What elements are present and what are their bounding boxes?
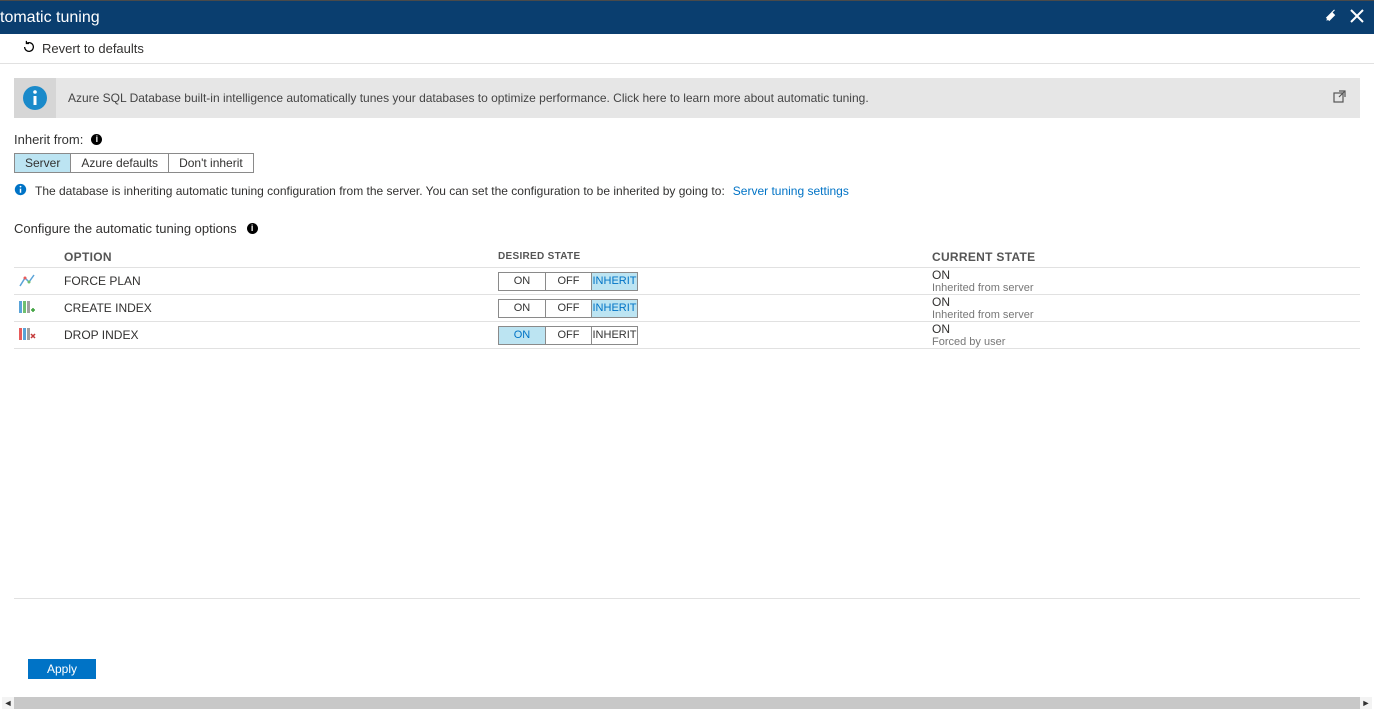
footer-separator bbox=[14, 598, 1360, 599]
current-state: ONInherited from server bbox=[932, 268, 1360, 294]
info-banner[interactable]: Azure SQL Database built-in intelligence… bbox=[14, 78, 1360, 118]
blade-header: tomatic tuning bbox=[0, 1, 1374, 34]
toolbar: Revert to defaults bbox=[0, 34, 1374, 64]
desired-state-option[interactable]: INHERIT bbox=[591, 273, 637, 290]
table-row: FORCE PLANONOFFINHERITONInherited from s… bbox=[14, 268, 1360, 295]
content: Azure SQL Database built-in intelligence… bbox=[0, 64, 1374, 349]
configure-label-row: Configure the automatic tuning options i bbox=[14, 221, 1360, 236]
option-label: DROP INDEX bbox=[64, 328, 498, 342]
horizontal-scrollbar[interactable]: ◄ ► bbox=[2, 697, 1372, 709]
blade-title: tomatic tuning bbox=[0, 9, 100, 27]
info-text: Azure SQL Database built-in intelligence… bbox=[56, 91, 1333, 105]
drop-index-icon bbox=[14, 326, 64, 345]
blade-actions bbox=[1324, 9, 1364, 27]
popout-icon[interactable] bbox=[1333, 90, 1346, 106]
inherit-status-text: The database is inheriting automatic tun… bbox=[35, 184, 725, 198]
create-index-icon bbox=[14, 299, 64, 318]
desired-state-option[interactable]: ON bbox=[499, 300, 545, 317]
current-state: ONForced by user bbox=[932, 322, 1360, 348]
table-header: OPTION DESIRED STATE CURRENT STATE bbox=[14, 246, 1360, 268]
scroll-left-arrow[interactable]: ◄ bbox=[2, 698, 14, 708]
help-icon[interactable]: i bbox=[247, 223, 258, 234]
revert-icon bbox=[22, 40, 36, 57]
header-option: OPTION bbox=[64, 250, 498, 264]
inherit-toggle: ServerAzure defaultsDon't inherit bbox=[14, 153, 254, 173]
desired-state-toggle: ONOFFINHERIT bbox=[498, 326, 932, 345]
inherit-from-label-row: Inherit from: i bbox=[14, 132, 1360, 147]
scroll-right-arrow[interactable]: ► bbox=[1360, 698, 1372, 708]
blade-root: tomatic tuning bbox=[0, 0, 1374, 709]
table-row: DROP INDEXONOFFINHERITONForced by user bbox=[14, 322, 1360, 349]
info-small-icon bbox=[14, 183, 27, 199]
desired-state-option[interactable]: ON bbox=[499, 273, 545, 290]
desired-state-option[interactable]: INHERIT bbox=[591, 300, 637, 317]
inherit-from-label: Inherit from: bbox=[14, 132, 83, 147]
desired-state-option[interactable]: OFF bbox=[545, 327, 591, 344]
configure-label: Configure the automatic tuning options bbox=[14, 221, 237, 236]
desired-state-option[interactable]: OFF bbox=[545, 300, 591, 317]
info-icon bbox=[14, 78, 56, 118]
pin-icon[interactable] bbox=[1324, 9, 1338, 27]
inherit-option[interactable]: Don't inherit bbox=[168, 154, 253, 172]
inherit-status-line: The database is inheriting automatic tun… bbox=[14, 183, 1360, 199]
help-icon[interactable]: i bbox=[91, 134, 102, 145]
desired-state-option[interactable]: OFF bbox=[545, 273, 591, 290]
server-tuning-settings-link[interactable]: Server tuning settings bbox=[733, 184, 849, 198]
apply-button[interactable]: Apply bbox=[28, 659, 96, 679]
inherit-option[interactable]: Server bbox=[15, 154, 70, 172]
force-plan-icon bbox=[14, 272, 64, 291]
options-table: OPTION DESIRED STATE CURRENT STATE FORCE… bbox=[14, 246, 1360, 349]
revert-to-defaults-button[interactable]: Revert to defaults bbox=[22, 40, 144, 57]
inherit-option[interactable]: Azure defaults bbox=[70, 154, 168, 172]
table-row: CREATE INDEXONOFFINHERITONInherited from… bbox=[14, 295, 1360, 322]
option-label: CREATE INDEX bbox=[64, 301, 498, 315]
revert-label: Revert to defaults bbox=[42, 41, 144, 56]
current-state: ONInherited from server bbox=[932, 295, 1360, 321]
header-desired: DESIRED STATE bbox=[498, 251, 932, 262]
desired-state-option[interactable]: INHERIT bbox=[591, 327, 637, 344]
desired-state-option[interactable]: ON bbox=[499, 327, 545, 344]
desired-state-toggle: ONOFFINHERIT bbox=[498, 299, 932, 318]
desired-state-toggle: ONOFFINHERIT bbox=[498, 272, 932, 291]
option-label: FORCE PLAN bbox=[64, 274, 498, 288]
scroll-track[interactable] bbox=[14, 697, 1360, 709]
header-current: CURRENT STATE bbox=[932, 250, 1360, 264]
close-icon[interactable] bbox=[1350, 9, 1364, 27]
